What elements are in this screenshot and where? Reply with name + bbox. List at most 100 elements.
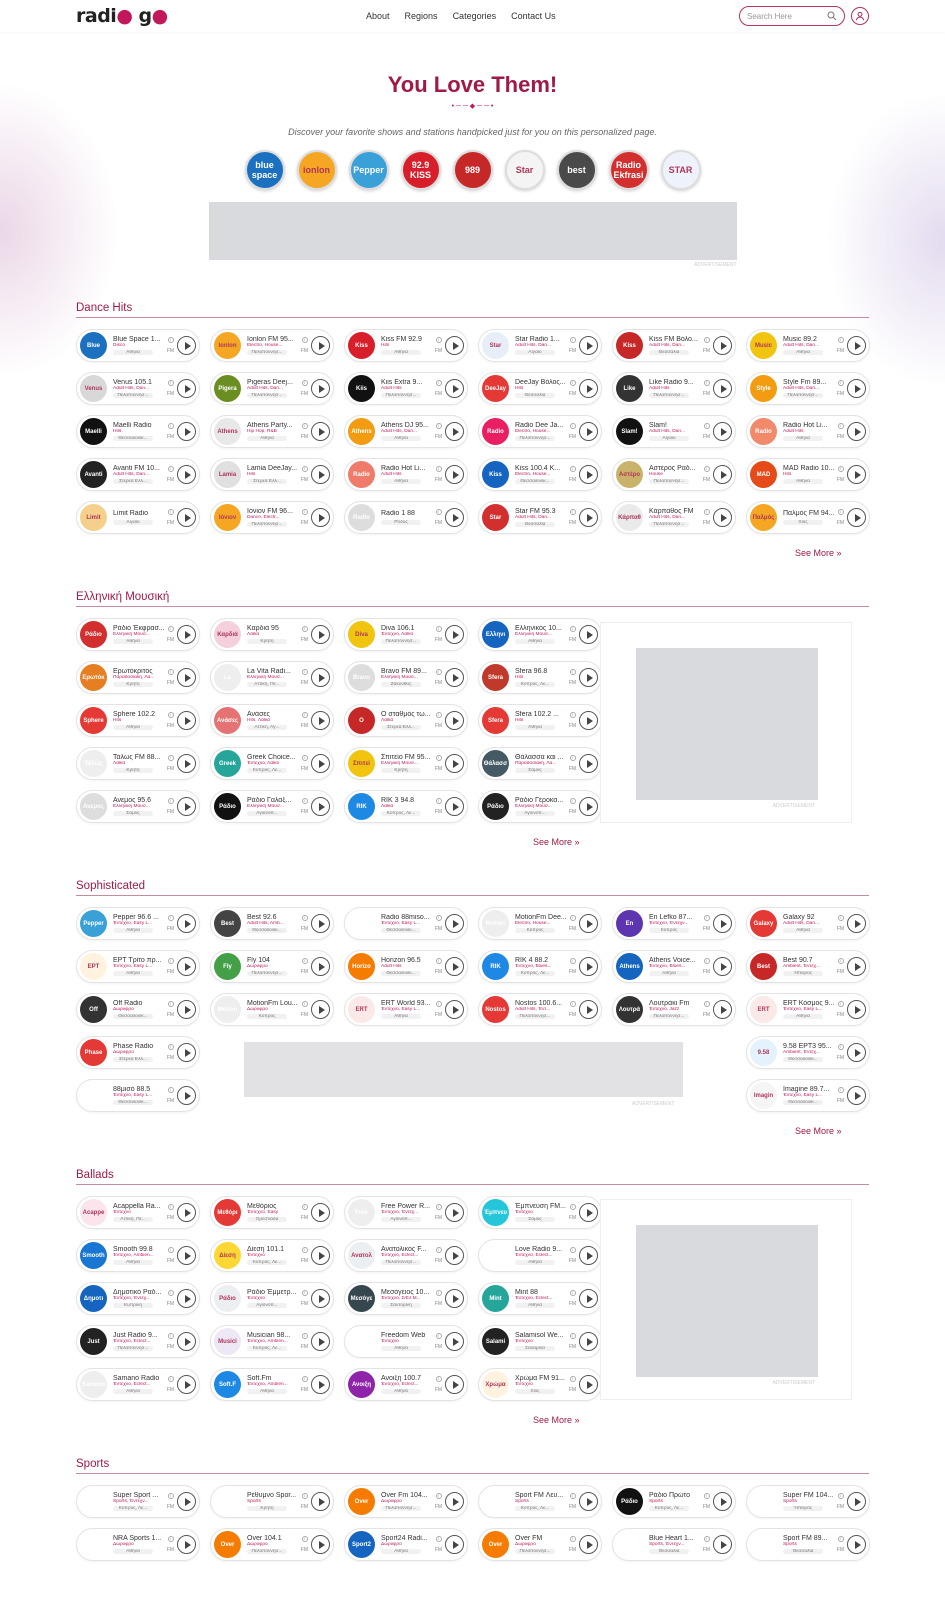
info-icon[interactable]: i <box>167 669 174 675</box>
play-button[interactable] <box>713 1535 732 1554</box>
info-icon[interactable]: i <box>435 712 442 718</box>
info-icon[interactable]: i <box>301 1536 308 1542</box>
station-name[interactable]: Ρέθυμνο Spor... <box>247 1492 301 1499</box>
play-button[interactable] <box>847 465 866 484</box>
station-logo[interactable]: Musici <box>214 1328 241 1355</box>
play-button[interactable] <box>177 1332 196 1351</box>
station-logo[interactable]: Μεσόγε <box>348 1285 375 1312</box>
play-button[interactable] <box>445 422 464 441</box>
station-card[interactable]: Ράδιο Ράδιο Έκφρασ... Ελληνική Μουσ... Αθήν… <box>76 618 200 651</box>
play-button[interactable] <box>177 914 196 933</box>
play-button[interactable] <box>177 1535 196 1554</box>
play-button[interactable] <box>311 422 330 441</box>
info-icon[interactable]: i <box>435 337 442 343</box>
station-logo[interactable]: Over <box>482 1531 509 1558</box>
station-name[interactable]: ERT World 93... <box>381 1000 435 1007</box>
play-button[interactable] <box>445 668 464 687</box>
station-card[interactable]: Δίεση Δίεση 101.1 Έντεχνο Κύπρος, Λε... i FM <box>210 1239 334 1272</box>
station-card[interactable]: Kiis Kiis Extra 9... Adult Hits Πελοπόννησ.… <box>344 372 468 405</box>
station-card[interactable]: Ελληνι Ελληνικός 10... Ελληνική Μουσ... Αθή… <box>478 618 602 651</box>
station-logo[interactable]: Galaxy <box>750 910 777 937</box>
station-logo[interactable]: Phase <box>80 1039 107 1066</box>
station-name[interactable]: Bravo FM 89... <box>381 668 435 675</box>
favorite-station-logo[interactable]: STAR <box>660 150 701 190</box>
station-logo[interactable]: Smooth <box>80 1242 107 1269</box>
station-logo[interactable]: RIK <box>482 953 509 980</box>
station-name[interactable]: Fly 104 <box>247 957 301 964</box>
station-name[interactable]: Music 89.2 <box>783 336 837 343</box>
info-icon[interactable]: i <box>301 1376 308 1382</box>
play-button[interactable] <box>311 1332 330 1351</box>
station-logo[interactable]: Sport <box>482 1488 509 1515</box>
station-logo[interactable]: Athens <box>214 418 241 445</box>
info-icon[interactable]: i <box>435 755 442 761</box>
station-logo[interactable]: Motion <box>482 910 509 937</box>
play-button[interactable] <box>579 625 598 644</box>
station-card[interactable]: Kiss Kiss 100.4 K... Electro, House... Θεσσ… <box>478 458 602 491</box>
play-button[interactable] <box>579 797 598 816</box>
play-button[interactable] <box>713 465 732 484</box>
station-name[interactable]: Phase Radio <box>113 1043 167 1050</box>
station-card[interactable]: Μεθόρι Μεθόριος Έντεχνο, Easy Ορεστιάδα i FM <box>210 1196 334 1229</box>
station-logo[interactable]: Slam! <box>616 418 643 445</box>
station-card[interactable]: Super Super Sport ... Sports, Έντεχν... Κύπ… <box>76 1485 200 1518</box>
station-name[interactable]: Diva 106.1 <box>381 625 435 632</box>
inline-ad-banner[interactable] <box>244 1042 683 1097</box>
station-card[interactable]: Mint Mint 88 Έντεχνο, Eclect... Αθήνα i FM <box>478 1282 602 1315</box>
station-name[interactable]: Pigeras Deej... <box>247 379 301 386</box>
station-logo[interactable]: Kiss <box>616 332 643 359</box>
station-card[interactable]: La La Vita Radi... Ελληνική Μουσ... Αττική,… <box>210 661 334 694</box>
station-logo[interactable]: Ionlon <box>214 332 241 359</box>
station-logo[interactable]: Like <box>616 375 643 402</box>
station-logo[interactable]: Sphere <box>80 707 107 734</box>
info-icon[interactable]: i <box>301 1247 308 1253</box>
station-name[interactable]: Athens Voice... <box>649 957 703 964</box>
play-button[interactable] <box>847 1043 866 1062</box>
station-logo[interactable]: Venus <box>80 375 107 402</box>
info-icon[interactable]: i <box>301 915 308 921</box>
play-button[interactable] <box>713 1000 732 1019</box>
station-logo[interactable]: Ιόνιον <box>214 504 241 531</box>
info-icon[interactable]: i <box>569 466 576 472</box>
station-card[interactable]: Ιόνιον Ιόνιον FM 96... Dance, Electr... Πελ… <box>210 501 334 534</box>
station-name[interactable]: Love Radio 9... <box>515 1246 569 1253</box>
station-card[interactable]: Blue Blue Heart 1... Sports, Έντεχν... Θεσσ… <box>612 1528 736 1561</box>
see-more-link[interactable]: See More » <box>533 837 580 847</box>
station-name[interactable]: Δημοτικό Ραδ... <box>113 1289 167 1296</box>
info-icon[interactable]: i <box>435 798 442 804</box>
play-button[interactable] <box>579 711 598 730</box>
play-button[interactable] <box>177 1086 196 1105</box>
station-name[interactable]: Blue Heart 1... <box>649 1535 703 1542</box>
station-card[interactable]: Acappe Acappella Ra... Έντεχνο Αττική, Πε..… <box>76 1196 200 1229</box>
station-logo[interactable]: Ερωτόκ <box>80 664 107 691</box>
station-logo[interactable]: Ανατολ <box>348 1242 375 1269</box>
info-icon[interactable]: i <box>435 509 442 515</box>
station-name[interactable]: Best 92.6 <box>247 914 301 921</box>
station-logo[interactable]: Αστέρο <box>616 461 643 488</box>
play-button[interactable] <box>847 1086 866 1105</box>
info-icon[interactable]: i <box>837 509 844 515</box>
station-name[interactable]: Galaxy 92 <box>783 914 837 921</box>
station-card[interactable]: Music Music 89.2 Adult Hits, Dan... Αθήνα i F… <box>746 329 870 362</box>
station-name[interactable]: Imagine 89.7... <box>783 1086 837 1093</box>
station-card[interactable]: EPT EPT Τρίτο πρ... Έντεχνο, Easy L... Αθήν… <box>76 950 200 983</box>
station-card[interactable]: Just Just Radio 9... Έντεχνο, Eclect... Πελ… <box>76 1325 200 1358</box>
play-button[interactable] <box>311 957 330 976</box>
station-logo[interactable]: Avanti <box>80 461 107 488</box>
play-button[interactable] <box>177 1000 196 1019</box>
station-name[interactable]: Limit Radio <box>113 510 167 517</box>
station-name[interactable]: Ράδιο Γαλαξ... <box>247 797 301 804</box>
station-name[interactable]: MAD Radio 10... <box>783 465 837 472</box>
play-button[interactable] <box>847 508 866 527</box>
station-logo[interactable]: Ράδιο <box>482 793 509 820</box>
info-icon[interactable]: i <box>301 380 308 386</box>
station-logo[interactable]: 9.58 <box>750 1039 777 1066</box>
station-card[interactable]: Imagin Imagine 89.7... Έντεχνο, Easy L... Θ… <box>746 1079 870 1112</box>
station-card[interactable]: DeeJay DeeJay Βόλος... Hits Θεσσαλία i FM <box>478 372 602 405</box>
play-button[interactable] <box>579 422 598 441</box>
play-button[interactable] <box>445 465 464 484</box>
station-name[interactable]: Super Sport ... <box>113 1492 167 1499</box>
play-button[interactable] <box>311 336 330 355</box>
station-logo[interactable]: Salami <box>482 1328 509 1355</box>
station-logo[interactable]: Radio <box>348 504 375 531</box>
